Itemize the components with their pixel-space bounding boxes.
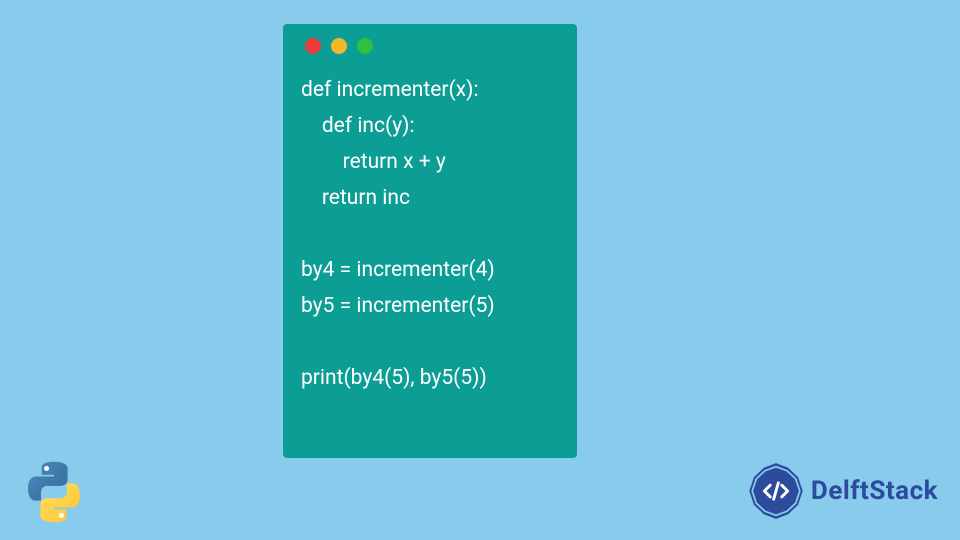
code-snippet: def incrementer(x): def inc(y): return x…	[301, 72, 559, 396]
python-logo-icon	[20, 458, 88, 526]
code-window: def incrementer(x): def inc(y): return x…	[283, 24, 577, 458]
traffic-light-yellow-icon	[331, 38, 347, 54]
brand: DelftStack	[747, 462, 938, 520]
brand-name: DelftStack	[811, 476, 938, 506]
brand-badge-icon	[747, 462, 805, 520]
window-traffic-lights	[301, 38, 559, 54]
traffic-light-green-icon	[357, 38, 373, 54]
traffic-light-red-icon	[305, 38, 321, 54]
